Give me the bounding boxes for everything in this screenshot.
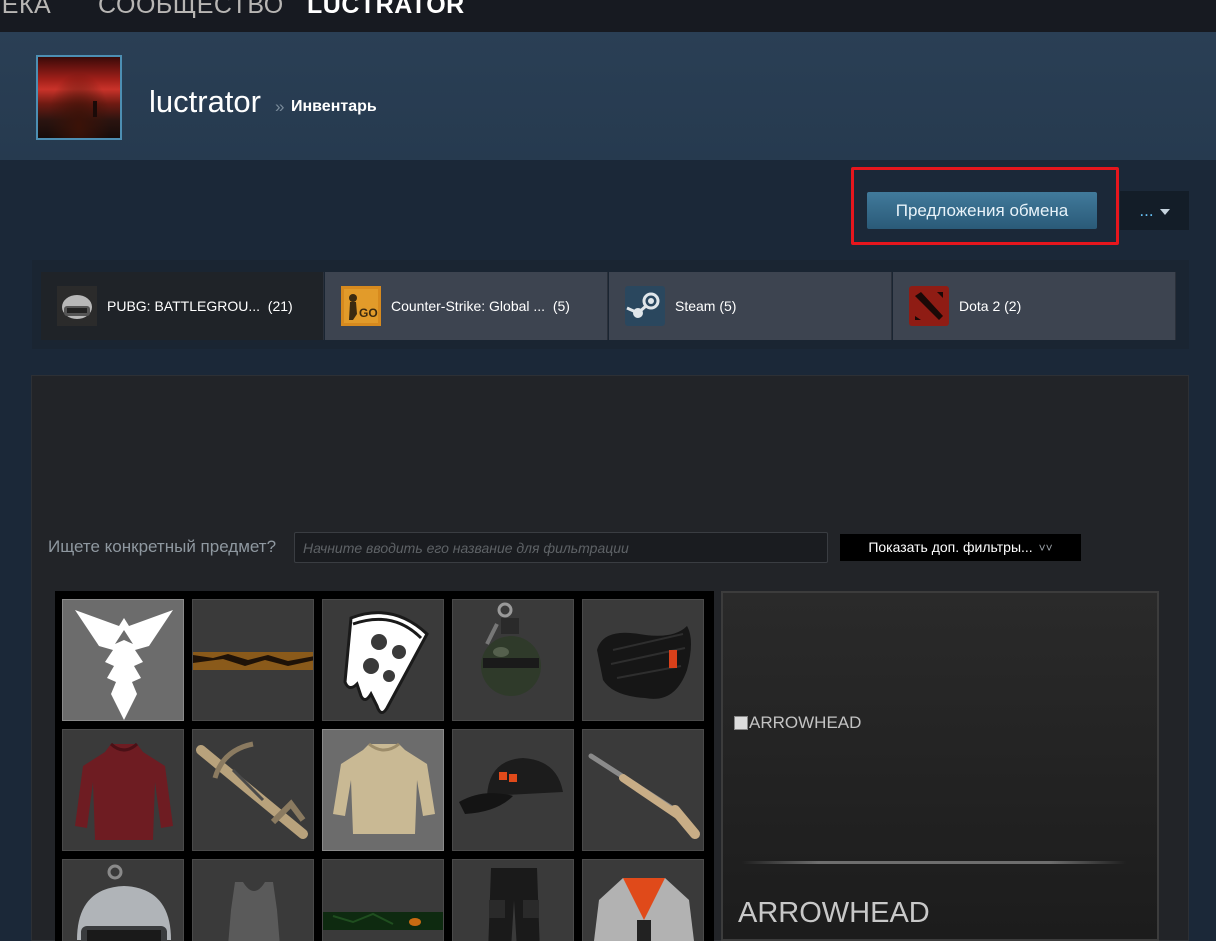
more-options-label: ... bbox=[1139, 201, 1154, 220]
top-navigation: ТЕКА СООБЩЕСТВО LUCTRATOR bbox=[0, 0, 1216, 32]
beige-shirt-icon bbox=[333, 742, 435, 834]
tab-pubg[interactable]: PUBG: BATTLEGROU... (21) bbox=[41, 272, 324, 340]
nav-item-profile[interactable]: LUCTRATOR bbox=[307, 0, 465, 20]
red-sweater-icon bbox=[75, 742, 173, 840]
inventory-item[interactable] bbox=[192, 599, 314, 721]
item-detail-panel bbox=[721, 591, 1159, 941]
arrowhead-emblem-icon bbox=[75, 610, 173, 720]
tiger-stripe-banner-icon bbox=[193, 652, 313, 670]
inventory-item[interactable] bbox=[582, 729, 704, 851]
filter-input[interactable] bbox=[294, 532, 828, 563]
tab-count: (21) bbox=[267, 298, 293, 314]
steam-icon bbox=[625, 286, 665, 326]
tab-label: Steam bbox=[675, 298, 716, 314]
double-chevron-down-icon: ˅˅ bbox=[1038, 541, 1053, 555]
profile-name[interactable]: luctrator bbox=[149, 84, 261, 120]
tank-top-icon bbox=[228, 882, 280, 941]
inventory-item[interactable] bbox=[192, 729, 314, 851]
inventory-item[interactable] bbox=[582, 859, 704, 941]
more-options-button[interactable]: ... bbox=[1120, 191, 1189, 230]
tab-count: (5) bbox=[552, 298, 570, 314]
avatar[interactable] bbox=[36, 55, 122, 140]
pizza-emblem-icon bbox=[343, 611, 429, 714]
divider bbox=[742, 861, 1126, 864]
inventory-item[interactable] bbox=[452, 729, 574, 851]
csgo-icon: GO bbox=[341, 286, 381, 326]
more-filters-button[interactable]: Показать доп. фильтры... ˅˅ bbox=[840, 534, 1081, 561]
inventory-item[interactable] bbox=[582, 599, 704, 721]
baseball-cap-icon bbox=[459, 758, 563, 814]
item-name: ARROWHEAD bbox=[738, 897, 930, 929]
trade-offers-button[interactable]: Предложения обмена bbox=[867, 192, 1097, 229]
tab-count: (2) bbox=[1004, 298, 1022, 314]
grenade-icon bbox=[481, 602, 541, 696]
nav-item-library[interactable]: ТЕКА bbox=[0, 0, 51, 20]
inventory-item[interactable] bbox=[452, 859, 574, 941]
tab-label: PUBG: BATTLEGROU... bbox=[107, 298, 260, 314]
chevron-down-icon bbox=[1159, 208, 1170, 215]
tab-dota2[interactable]: Dota 2 (2) bbox=[893, 272, 1176, 340]
item-image-alt: ARROWHEAD bbox=[749, 713, 862, 732]
inventory-item[interactable] bbox=[62, 599, 184, 721]
tab-steam[interactable]: Steam (5) bbox=[609, 272, 892, 340]
svg-text:GO: GO bbox=[359, 306, 378, 320]
item-image: ARROWHEAD bbox=[734, 713, 861, 733]
shotgun-icon bbox=[588, 753, 700, 839]
pubg-helmet-icon bbox=[57, 286, 97, 326]
tab-csgo[interactable]: GO Counter-Strike: Global ... (5) bbox=[325, 272, 608, 340]
tab-label: Dota 2 bbox=[959, 298, 1001, 314]
crossbow-icon bbox=[196, 741, 308, 839]
tab-label: Counter-Strike: Global ... bbox=[391, 298, 546, 314]
inventory-item[interactable] bbox=[192, 859, 314, 941]
more-filters-label: Показать доп. фильтры... bbox=[868, 539, 1033, 555]
inventory-item[interactable] bbox=[62, 859, 184, 941]
filter-label: Ищете конкретный предмет? bbox=[48, 537, 277, 556]
broken-image-icon bbox=[734, 716, 748, 730]
nav-item-community[interactable]: СООБЩЕСТВО bbox=[98, 0, 284, 20]
cargo-pants-icon bbox=[488, 868, 540, 941]
inventory-item[interactable] bbox=[62, 729, 184, 851]
inventory-item[interactable] bbox=[322, 859, 444, 941]
inventory-item[interactable] bbox=[322, 729, 444, 851]
eye-banner-icon bbox=[323, 912, 443, 930]
tab-count: (5) bbox=[719, 298, 737, 314]
face-mask-icon bbox=[597, 626, 691, 699]
breadcrumb-separator: » bbox=[275, 97, 285, 116]
helmet-icon bbox=[77, 864, 171, 941]
inventory-item[interactable] bbox=[322, 599, 444, 721]
inventory-item[interactable] bbox=[452, 599, 574, 721]
page-title: Инвентарь bbox=[291, 98, 377, 115]
jacket-icon bbox=[594, 878, 694, 941]
dota2-icon bbox=[909, 286, 949, 326]
